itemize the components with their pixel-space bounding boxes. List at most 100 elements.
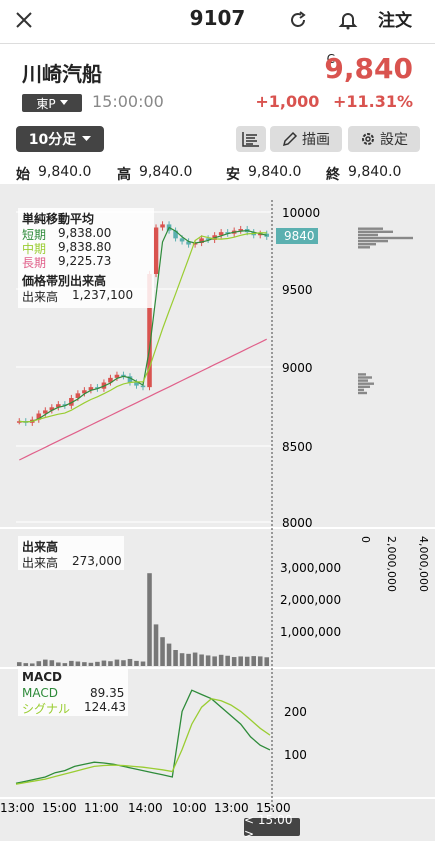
- volume-bar: [88, 662, 94, 666]
- sma-long-value: 9,225.73: [58, 254, 112, 268]
- time-scrubber[interactable]: < 15:00 >: [244, 813, 300, 841]
- x-tick: 11:00: [84, 801, 119, 815]
- bell-icon[interactable]: [332, 4, 364, 36]
- volume-bar: [56, 662, 61, 666]
- volume-bar: [251, 656, 256, 666]
- volume-bar: [108, 661, 113, 666]
- low-label: 安: [226, 167, 240, 183]
- volume-bar: [205, 655, 211, 666]
- volume-bar: [23, 663, 29, 666]
- volume-profile-bar: [358, 385, 370, 388]
- settings-button[interactable]: 設定: [348, 126, 420, 152]
- list-icon: [242, 132, 259, 147]
- macd-label: MACD: [22, 686, 58, 700]
- x-tick: 15:00: [42, 801, 77, 815]
- volume-bar: [166, 643, 172, 666]
- volume-bar: [16, 662, 22, 666]
- volume-bar: [212, 656, 217, 666]
- volume-bar: [160, 637, 165, 666]
- volume-title: 出来高: [22, 540, 59, 554]
- volume-y-tick: 2,000,000: [280, 593, 341, 607]
- volume-y-tick: 3,000,000: [280, 561, 341, 575]
- volume-bar: [192, 652, 198, 666]
- volume-bar: [199, 654, 204, 666]
- vp-title: 価格帯別出来高: [22, 274, 107, 288]
- volume-value: 273,000: [72, 554, 122, 568]
- price-y-tick: 9000: [282, 361, 313, 375]
- sma-title: 単純移動平均: [22, 212, 95, 226]
- change-value: +1,000: [255, 92, 320, 111]
- refresh-icon[interactable]: [282, 4, 314, 36]
- sma-long-line: [19, 338, 267, 461]
- volume-bar: [264, 657, 270, 666]
- signal-label: シグナル: [22, 702, 71, 716]
- volume-y-tick: 1,000,000: [280, 625, 341, 639]
- volume-profile-bar: [358, 246, 370, 249]
- indicator-list-button[interactable]: [236, 126, 266, 152]
- macd-y-tick: 100: [284, 748, 307, 762]
- volume-legend: 出来高 出来高 273,000: [18, 536, 124, 570]
- market-label: 東P: [36, 96, 56, 111]
- x-tick: 14:00: [128, 801, 163, 815]
- volume-profile-bar: [358, 379, 368, 382]
- macd-legend: MACD MACD 89.35 シグナル 124.43: [18, 668, 128, 716]
- gear-icon: [362, 133, 374, 145]
- high-label: 高: [117, 167, 131, 183]
- macd-value: 89.35: [90, 686, 125, 700]
- candle-body: [238, 229, 243, 231]
- volume-bar: [231, 657, 237, 666]
- candle-body: [179, 238, 185, 242]
- price-y-tick: 8000: [282, 516, 313, 530]
- high-value: 9,840.0: [139, 164, 193, 180]
- volume-profile-bar: [358, 376, 372, 379]
- volume-bar: [244, 656, 250, 666]
- caret-down-icon: [59, 100, 68, 105]
- interval-selector[interactable]: 10分足: [16, 126, 104, 152]
- market-selector[interactable]: 東P: [22, 94, 82, 112]
- volume-profile-bar: [358, 382, 374, 385]
- volume-bar: [69, 660, 74, 666]
- price-y-tick: 8500: [282, 440, 313, 454]
- vp-value: 1,237,100: [72, 288, 134, 302]
- volume-bar: [49, 660, 55, 666]
- signal-value: 124.43: [84, 700, 126, 714]
- caret-down-icon: [82, 136, 92, 141]
- top-bar: 9107 注文: [0, 0, 435, 40]
- order-button[interactable]: 注文: [378, 6, 412, 31]
- price-time: 15:00:00: [92, 92, 164, 111]
- open-label: 始: [16, 167, 30, 183]
- volume-profile-bar: [358, 388, 364, 392]
- volume-bar: [36, 661, 42, 666]
- volume-bar: [114, 659, 120, 666]
- volume-bar: [62, 663, 68, 666]
- settings-label: 設定: [380, 132, 408, 148]
- draw-button[interactable]: 描画: [270, 126, 342, 152]
- volume-bar: [121, 660, 126, 666]
- volume-bar: [153, 624, 159, 666]
- volume-bar: [218, 654, 224, 666]
- volume-label: 出来高: [22, 556, 59, 570]
- close-label: 終: [326, 167, 340, 183]
- volume-plot: [16, 573, 270, 666]
- volume-profile-bar: [358, 227, 383, 230]
- vp-label: 出来高: [22, 290, 59, 304]
- open-value: 9,840.0: [38, 164, 92, 180]
- volume-profile-bar: [358, 239, 388, 243]
- volume-bar: [140, 661, 146, 666]
- current-price: 9,840: [324, 52, 413, 85]
- volume-bar: [134, 660, 139, 666]
- volume-bar: [30, 663, 35, 666]
- volume-profile-bar: [358, 236, 413, 240]
- volume-bar: [186, 653, 191, 666]
- sma-long-label: 長期: [22, 256, 47, 270]
- price-change: +1,000 +11.31%: [255, 92, 413, 111]
- sma-mid-value: 9,838.80: [58, 240, 112, 254]
- volume-bar: [75, 661, 81, 666]
- vp-axis-tick: 0: [359, 536, 372, 543]
- volume-bar: [147, 573, 152, 666]
- vp-axis-tick: 4,000,000: [417, 536, 430, 592]
- volume-profile-bar: [358, 373, 366, 376]
- sma-short-value: 9,838.00: [58, 226, 112, 240]
- candle-body: [153, 227, 159, 274]
- x-tick: 10:00: [172, 801, 207, 815]
